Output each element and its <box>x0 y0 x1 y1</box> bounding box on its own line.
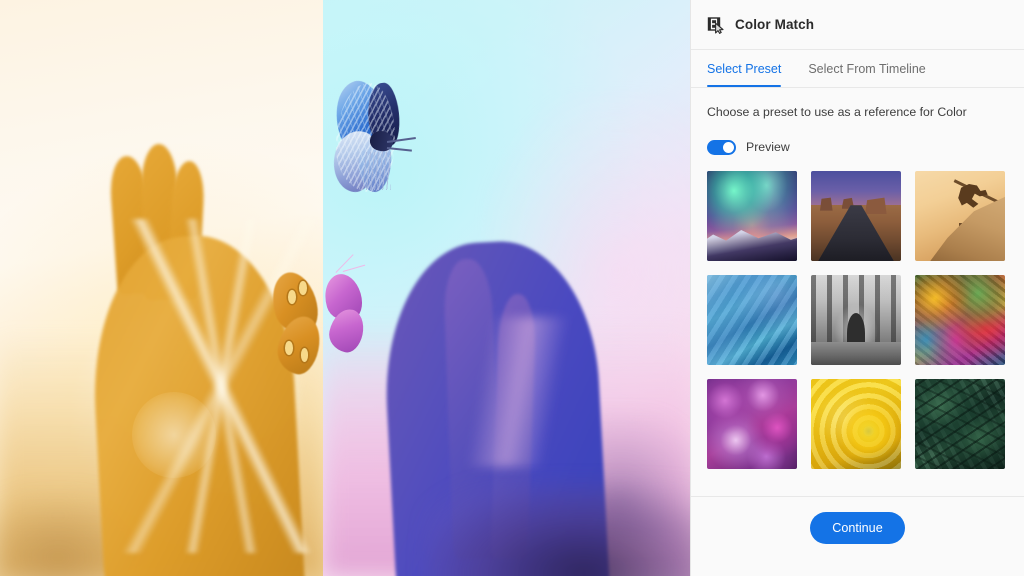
color-match-clip-icon <box>707 16 725 34</box>
butte <box>820 197 833 211</box>
preset-image <box>811 170 901 261</box>
ramp-post <box>975 214 978 233</box>
preset-thumbnail-aurora-mountain[interactable] <box>707 170 797 261</box>
preset-thumbnail-desert-road[interactable] <box>811 170 901 261</box>
preview-toggle-row[interactable]: Preview <box>707 139 1008 155</box>
preset-thumbnail-skate-ramp-sunset[interactable] <box>915 170 1005 261</box>
video-preview-area[interactable] <box>0 0 690 576</box>
cathedral-arch <box>847 312 865 346</box>
color-match-panel: Color Match Select Preset Select From Ti… <box>690 0 1024 576</box>
preview-original-half[interactable] <box>0 0 323 576</box>
blue-butterfly <box>326 75 429 208</box>
butte <box>841 197 855 209</box>
preset-image <box>707 274 797 365</box>
preset-thumbnail-abstract-color[interactable] <box>915 274 1005 365</box>
ramp-post <box>959 223 962 240</box>
lens-flare <box>132 391 217 479</box>
panel-body: Choose a preset to use as a reference fo… <box>691 88 1024 496</box>
butterfly-legs <box>362 151 392 190</box>
toggle-knob <box>723 141 734 153</box>
panel-tabs: Select Preset Select From Timeline <box>691 50 1024 88</box>
butterfly-eyespot <box>285 340 293 355</box>
preset-thumbnail-purple-flowers[interactable] <box>707 378 797 469</box>
preset-thumbnail-cathedral-bw[interactable] <box>811 274 901 365</box>
preset-image <box>811 274 901 365</box>
cool-light-streak <box>433 316 602 467</box>
road-dash <box>855 237 858 243</box>
preview-toggle-label: Preview <box>746 140 790 155</box>
preset-hint-text: Choose a preset to use as a reference fo… <box>707 105 967 119</box>
panel-footer: Continue <box>691 496 1024 576</box>
tab-select-from-timeline[interactable]: Select From Timeline <box>808 50 925 87</box>
butterfly-eyespot <box>299 281 307 295</box>
butterfly-eyespot <box>288 290 296 305</box>
road-dash <box>855 255 858 261</box>
preset-thumbnail-monstera-leaves[interactable] <box>915 378 1005 469</box>
preset-image <box>811 378 901 469</box>
magenta-butterfly <box>323 254 378 357</box>
preset-image <box>707 170 797 261</box>
preset-thumbnail-blue-feathers[interactable] <box>707 274 797 365</box>
preview-toggle[interactable] <box>707 139 736 155</box>
cool-dark-foreground <box>425 483 690 576</box>
road-dash <box>855 246 858 253</box>
warm-butterfly <box>264 265 323 380</box>
continue-button[interactable]: Continue <box>810 512 905 544</box>
preset-image <box>707 378 797 469</box>
tab-label: Select Preset <box>707 61 782 76</box>
color-match-screen: Color Match Select Preset Select From Ti… <box>0 0 1024 576</box>
preview-colormatched-half[interactable] <box>323 0 690 576</box>
panel-header: Color Match <box>691 0 1024 50</box>
preset-thumbnail-yellow-dahlia[interactable] <box>811 378 901 469</box>
ramp-post <box>991 205 995 224</box>
preset-image <box>915 378 1005 469</box>
tab-label: Select From Timeline <box>808 61 926 76</box>
tab-select-preset[interactable]: Select Preset <box>707 50 782 87</box>
preset-grid <box>707 170 1008 469</box>
preset-image <box>915 274 1005 365</box>
panel-title: Color Match <box>735 17 815 32</box>
butterfly-eyespot <box>300 347 309 362</box>
preset-image <box>915 170 1005 261</box>
butte <box>865 197 887 215</box>
